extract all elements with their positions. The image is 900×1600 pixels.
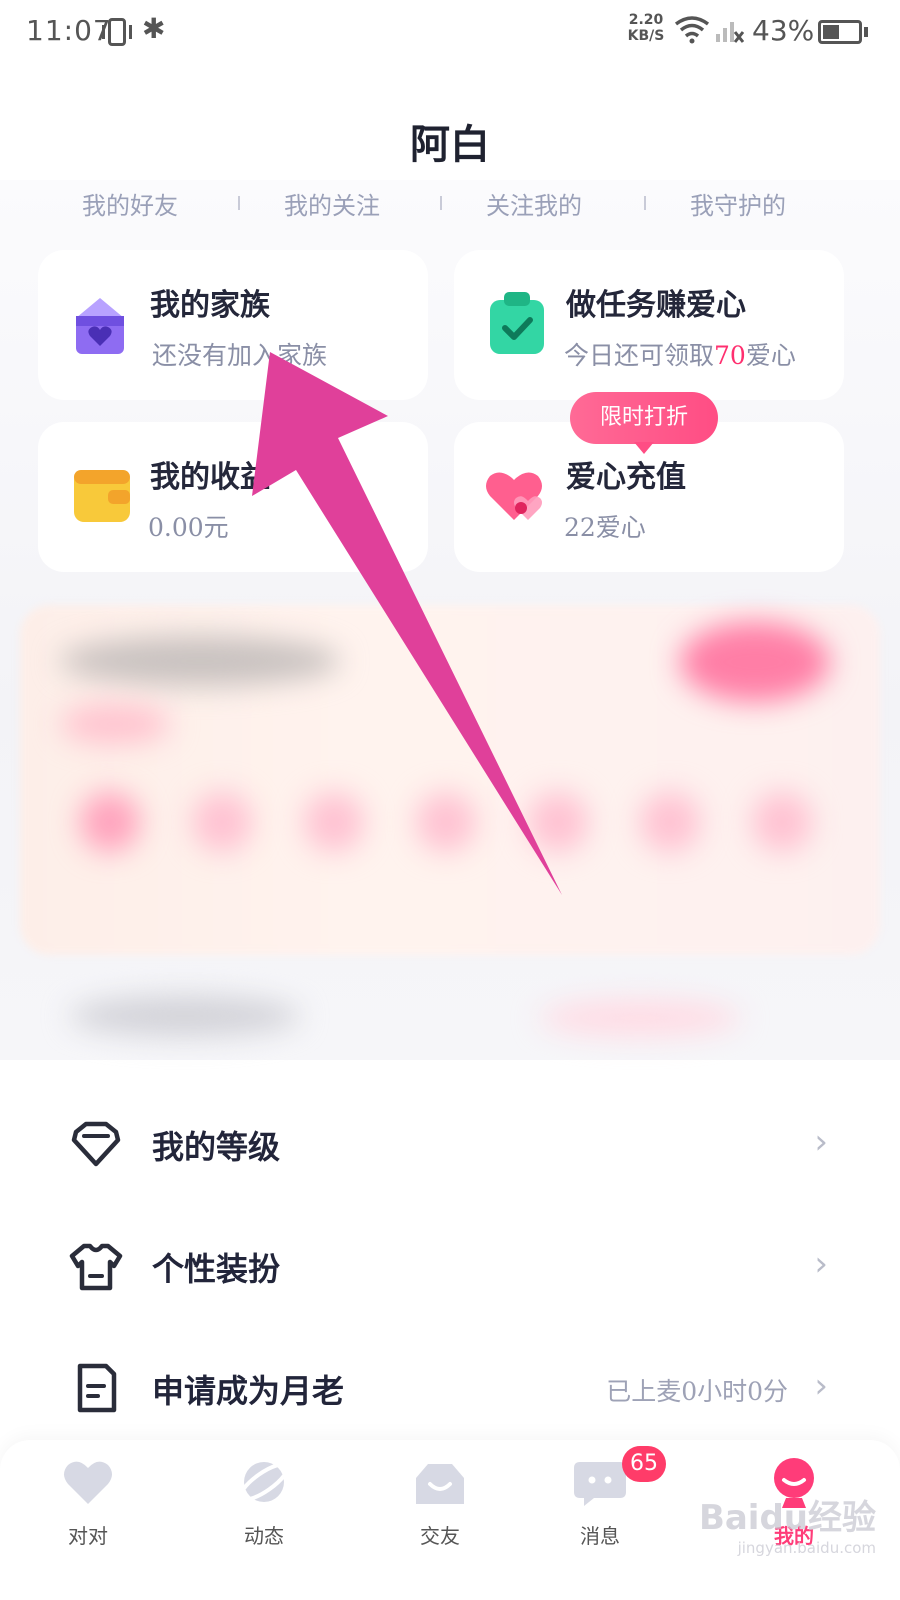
income-card[interactable]: 我的收益 0.00元 (38, 422, 428, 572)
nav-label: 对对 (68, 1524, 108, 1548)
tshirt-icon (69, 1243, 123, 1291)
settings-list: 我的等级 › 个性装扮 › 申请成为月老 已上麦0小时0分 › (36, 1072, 864, 1472)
family-card-sub: 还没有加入家族 (152, 341, 328, 370)
page-title: 阿白 (410, 121, 490, 168)
stat-friends[interactable]: 我的好友 (82, 186, 178, 221)
signal-icon (716, 22, 744, 43)
family-card-title: 我的家族 (150, 288, 270, 323)
tasks-card[interactable]: 做任务赚爱心 今日还可领取70爱心 (454, 250, 844, 400)
list-item-level[interactable]: 我的等级 › (36, 1090, 864, 1200)
nav-label: 动态 (244, 1524, 284, 1548)
family-card[interactable]: 我的家族 还没有加入家族 (38, 250, 428, 400)
smile-bag-icon (416, 1464, 464, 1504)
tasks-card-title: 做任务赚爱心 (566, 288, 746, 323)
status-bar: 11:07 ✱ 2.20 KB/S 43% (0, 0, 900, 64)
document-icon (77, 1363, 117, 1413)
stats-row: 我的好友 我的关注 关注我的 我守护的 (0, 182, 900, 222)
nav-duidui[interactable]: 对对 (18, 1440, 158, 1600)
status-time: 11:07 (26, 14, 112, 47)
message-count-badge: 65 (622, 1446, 666, 1482)
chat-bubble-icon (574, 1462, 626, 1506)
diamond-icon (71, 1121, 121, 1167)
list-item-label: 我的等级 (152, 1128, 281, 1166)
chevron-right-icon: › (814, 1244, 828, 1284)
vibrate-icon (102, 18, 132, 46)
stat-following[interactable]: 我的关注 (284, 186, 380, 221)
wifi-icon (674, 16, 710, 44)
network-speed: 2.20 KB/S (627, 12, 665, 44)
mic-time-text: 已上麦0小时0分 (606, 1377, 788, 1406)
recharge-card-sub: 22爱心 (564, 513, 646, 542)
stat-guarding[interactable]: 我守护的 (690, 186, 786, 221)
income-card-title: 我的收益 (150, 460, 270, 495)
wallet-icon (74, 470, 130, 522)
battery-percent: 43% (752, 14, 815, 47)
baidu-watermark: Baidu经验 jingyan.baidu.com (698, 1498, 876, 1557)
list-item-label: 申请成为月老 (152, 1372, 345, 1410)
chevron-right-icon: › (814, 1366, 828, 1406)
recharge-card-title: 爱心充值 (566, 460, 686, 495)
discount-tag: 限时打折 (570, 392, 718, 454)
tasks-card-sub: 今日还可领取70爱心 (564, 341, 796, 370)
list-item-matchmaker[interactable]: 申请成为月老 已上麦0小时0分 › (36, 1334, 864, 1444)
clipboard-check-icon (490, 292, 544, 354)
hearts-icon (486, 472, 542, 520)
nav-dongtai[interactable]: 动态 (194, 1440, 334, 1600)
battery-icon (818, 20, 862, 44)
nav-label: 消息 (580, 1524, 620, 1548)
nav-jiaoyou[interactable]: 交友 (370, 1440, 510, 1600)
family-icon (76, 298, 124, 354)
planet-icon (238, 1462, 290, 1502)
list-item-dress[interactable]: 个性装扮 › (36, 1212, 864, 1322)
bluetooth-icon: ✱ (142, 12, 166, 45)
heart-icon (64, 1461, 112, 1504)
nav-label: 交友 (420, 1524, 460, 1548)
income-card-sub: 0.00元 (148, 513, 229, 542)
list-item-label: 个性装扮 (152, 1250, 281, 1288)
chevron-right-icon: › (814, 1122, 828, 1162)
stat-followers[interactable]: 关注我的 (486, 186, 582, 221)
